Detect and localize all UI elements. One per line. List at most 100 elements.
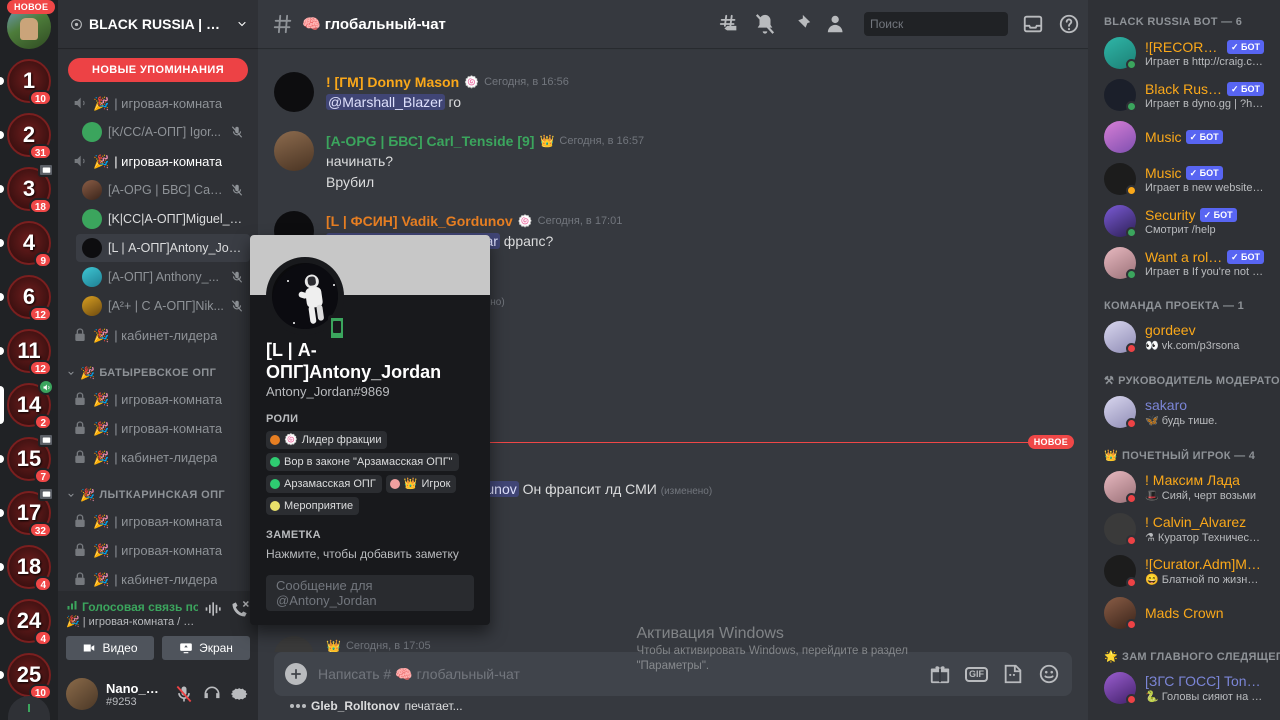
server-icon-4[interactable]: 49 [0,216,58,270]
avatar[interactable] [1104,321,1137,354]
server-icon-2[interactable]: 2 31 [0,108,58,162]
avatar[interactable] [274,636,314,652]
member-row[interactable]: Mads Crown [1096,592,1272,634]
chat-message[interactable]: [A-OPG | БВС] Carl_Tenside [9] 👑 Сегодня, … [258,129,1088,195]
help-icon[interactable] [1058,13,1080,35]
inbox-icon[interactable] [1022,13,1044,35]
locked-voice-channel[interactable]: 🎉 | игровая-комната [66,385,250,413]
server-icon-25[interactable]: 25 10 [0,648,58,702]
threads-icon[interactable] [718,13,740,35]
voice-member[interactable]: [A-ОПГ] Anthony_... [76,263,250,291]
chevron-down-icon[interactable] [66,490,76,500]
chevron-down-icon[interactable] [66,368,76,378]
new-mentions-button[interactable]: НОВЫЕ УПОМИНАНИЯ [68,58,248,82]
server-icon-11[interactable]: 11 12 [0,324,58,378]
add-attachment-button[interactable] [274,652,318,696]
search-input[interactable] [870,17,1025,31]
server-icon-6[interactable]: 6 12 [0,270,58,324]
avatar[interactable] [274,72,314,112]
server-icon-18[interactable]: 18 4 [0,540,58,594]
gif-picker-button[interactable]: GIF [965,666,988,682]
chat-message[interactable]: ! [ГМ] Donny Mason 🍥 Сегодня, в 16:56 @Mars… [258,70,1088,115]
dm-input[interactable]: Сообщение для @Antony_Jordan [266,575,474,611]
message-input[interactable]: Написать # 🧠 глобальный-чат [318,666,929,683]
avatar[interactable] [1104,121,1136,153]
channel-list[interactable]: 🎉 | игровая-комната [K/CC/А-ОПГ] Igor... 🎉 |… [58,88,258,591]
locked-voice-channel[interactable]: 🎉 | игровая-комната [66,507,250,535]
member-row[interactable]: Security ✓ БОТ Смотрит /help [1096,200,1272,242]
mute-microphone-icon[interactable] [174,684,194,704]
video-button[interactable]: Видео [66,636,154,660]
member-row[interactable]: gordeev 👀 vk.com/p3rsona [1096,316,1272,358]
server-icon-15[interactable]: 15 7 [0,432,58,486]
member-row[interactable]: ! Максим Лада 🎩 Сияй, черт возьми [1096,466,1272,508]
avatar[interactable] [1104,396,1137,429]
member-list[interactable]: BLACK RUSSIA BOT — 6 ![RECORDING] ...✓ БО… [1088,0,1280,720]
pinned-messages-icon[interactable] [790,13,812,35]
chat-message[interactable]: 👑 Сегодня, в 17:05 [258,634,1088,652]
member-row[interactable]: Music✓ БОТИграет в new website! https:/.… [1096,158,1272,200]
message-composer[interactable]: Написать # 🧠 глобальный-чат GIF [274,652,1072,696]
emoji-icon[interactable] [1038,663,1060,685]
disconnect-call-icon[interactable] [230,599,250,619]
message-author[interactable]: [A-OPG | БВС] Carl_Tenside [9] [326,131,534,151]
server-list[interactable]: 11023131849612111214215717321842442510ТП [0,0,58,720]
member-row[interactable]: ![RECORDING] ...✓ БОТИграет в http://cra… [1096,32,1272,74]
search-box[interactable] [864,12,1046,38]
member-row[interactable]: sakaro 🦋 будь тише. [1096,391,1272,433]
locked-voice-channel[interactable]: 🎉 | кабинет-лидера [66,321,250,349]
avatar[interactable] [1104,247,1137,280]
screenshare-button[interactable]: Экран [162,636,250,660]
voice-member[interactable]: [K|CC|А-ОПГ]Miguel_R... [76,205,250,233]
sticker-icon[interactable] [1002,663,1024,685]
user-profile-popout[interactable]: [L | А-ОПГ]Antony_Jordan Antony_Jordan#9… [250,235,490,625]
avatar[interactable] [1104,163,1137,196]
member-row[interactable]: Music ✓ БОТ [1096,116,1272,158]
avatar[interactable] [1104,672,1137,705]
locked-voice-channel[interactable]: 🎉 | кабинет-лидера [66,443,250,471]
mention-pill[interactable]: @Marshall_Blazer [326,94,445,110]
avatar[interactable] [1104,597,1137,630]
member-list-icon[interactable] [826,13,848,35]
locked-voice-channel[interactable]: 🎉 | игровая-комната [66,536,250,564]
locked-voice-channel[interactable]: 🎉 | кабинет-лидера [66,565,250,591]
server-icon-1[interactable]: 1 10 [0,54,58,108]
noise-suppression-icon[interactable] [204,599,224,619]
member-row[interactable]: [ЗГС ГОСС] Tony Laco... 🐍 Головы сияют на… [1096,667,1272,709]
channel-category[interactable]: 🎉 ЛЫТКАРИНСКАЯ ОПГ [58,472,258,506]
voice-channel[interactable]: 🎉 | игровая-комната [66,147,250,175]
voice-member[interactable]: [L | А-ОПГ]Antony_Jord... [76,234,250,262]
gift-icon[interactable] [929,663,951,685]
chevron-down-icon[interactable] [236,18,248,30]
voice-member[interactable]: [A-OPG | БВС] Carl... [76,176,250,204]
avatar[interactable] [1104,37,1137,70]
member-row[interactable]: ![Curator.Adm]Melom... 😄 Блатной по жизни… [1096,550,1272,592]
deafen-headphones-icon[interactable] [202,684,222,704]
server-icon-3[interactable]: 3 18 [0,162,58,216]
server-icon-24[interactable]: 24 4 [0,594,58,648]
member-row[interactable]: Want a role? ✓ БОТ Играет в If you're not … [1096,242,1272,284]
avatar[interactable] [66,678,98,710]
voice-channel[interactable]: 🎉 | игровая-комната [66,89,250,117]
member-row[interactable]: Black Russia ✓ БОТ Играет в dyno.gg | ?hel… [1096,74,1272,116]
avatar[interactable] [1104,471,1137,504]
locked-voice-channel[interactable]: 🎉 | игровая-комната [66,414,250,442]
server-icon-14[interactable]: 14 2 [0,378,58,432]
voice-member[interactable]: [A²+ | C А-ОПГ]Nik... [76,292,250,320]
server-icon-17[interactable]: 17 32 [0,486,58,540]
message-author[interactable]: ! [ГМ] Donny Mason [326,72,459,92]
avatar[interactable] [1104,513,1137,546]
notifications-off-icon[interactable] [754,13,776,35]
avatar[interactable] [1104,555,1137,588]
avatar[interactable] [1104,79,1137,112]
channel-category[interactable]: 🎉 БАТЫРЕВСКОЕ ОПГ [58,350,258,384]
gear-icon[interactable] [230,684,250,704]
message-author[interactable]: [L | ФСИН] Vadik_Gordunov [326,211,513,231]
avatar[interactable] [274,131,314,171]
voice-member[interactable]: [K/CC/А-ОПГ] Igor... [76,118,250,146]
member-row[interactable]: ! Calvin_Alvarez ⚗ Куратор Технических Сп… [1096,508,1272,550]
avatar[interactable] [1104,205,1137,238]
note-placeholder[interactable]: Нажмите, чтобы добавить заметку [266,547,474,561]
server-rail[interactable]: НОВОЕ 1 10 2 31 3 18 4 9 6 12 11 12 14 2 15 7 17 32 18 4 24 4… [0,0,58,720]
guild-header[interactable]: BLACK RUSSIA | CRI... [58,0,258,48]
